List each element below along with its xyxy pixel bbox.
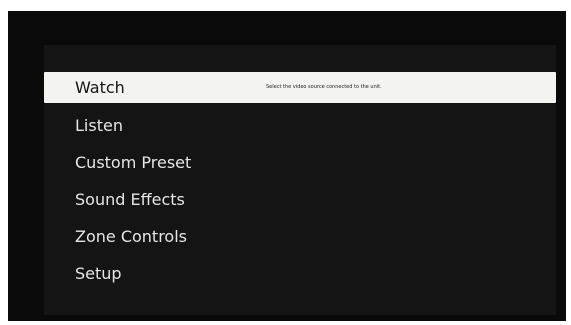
menu-item-sound-effects[interactable]: Sound Effects <box>44 182 556 219</box>
menu-item-label: Setup <box>75 264 122 283</box>
home-menu-list: Watch Select the video source connected … <box>44 72 556 293</box>
menu-item-listen[interactable]: Listen <box>44 108 556 145</box>
menu-item-setup[interactable]: Setup <box>44 256 556 293</box>
menu-item-label: Listen <box>75 116 123 135</box>
menu-item-label: Watch <box>75 78 125 97</box>
menu-item-label: Custom Preset <box>75 153 192 172</box>
menu-item-description: Select the video source connected to the… <box>266 84 382 90</box>
menu-item-watch[interactable]: Watch Select the video source connected … <box>44 72 556 103</box>
menu-item-custom-preset[interactable]: Custom Preset <box>44 145 556 182</box>
menu-item-label: Zone Controls <box>75 227 187 246</box>
menu-item-zone-controls[interactable]: Zone Controls <box>44 219 556 256</box>
home-menu-panel: Watch Select the video source connected … <box>44 45 556 315</box>
tv-screen: Watch Select the video source connected … <box>8 11 566 321</box>
menu-item-label: Sound Effects <box>75 190 185 209</box>
